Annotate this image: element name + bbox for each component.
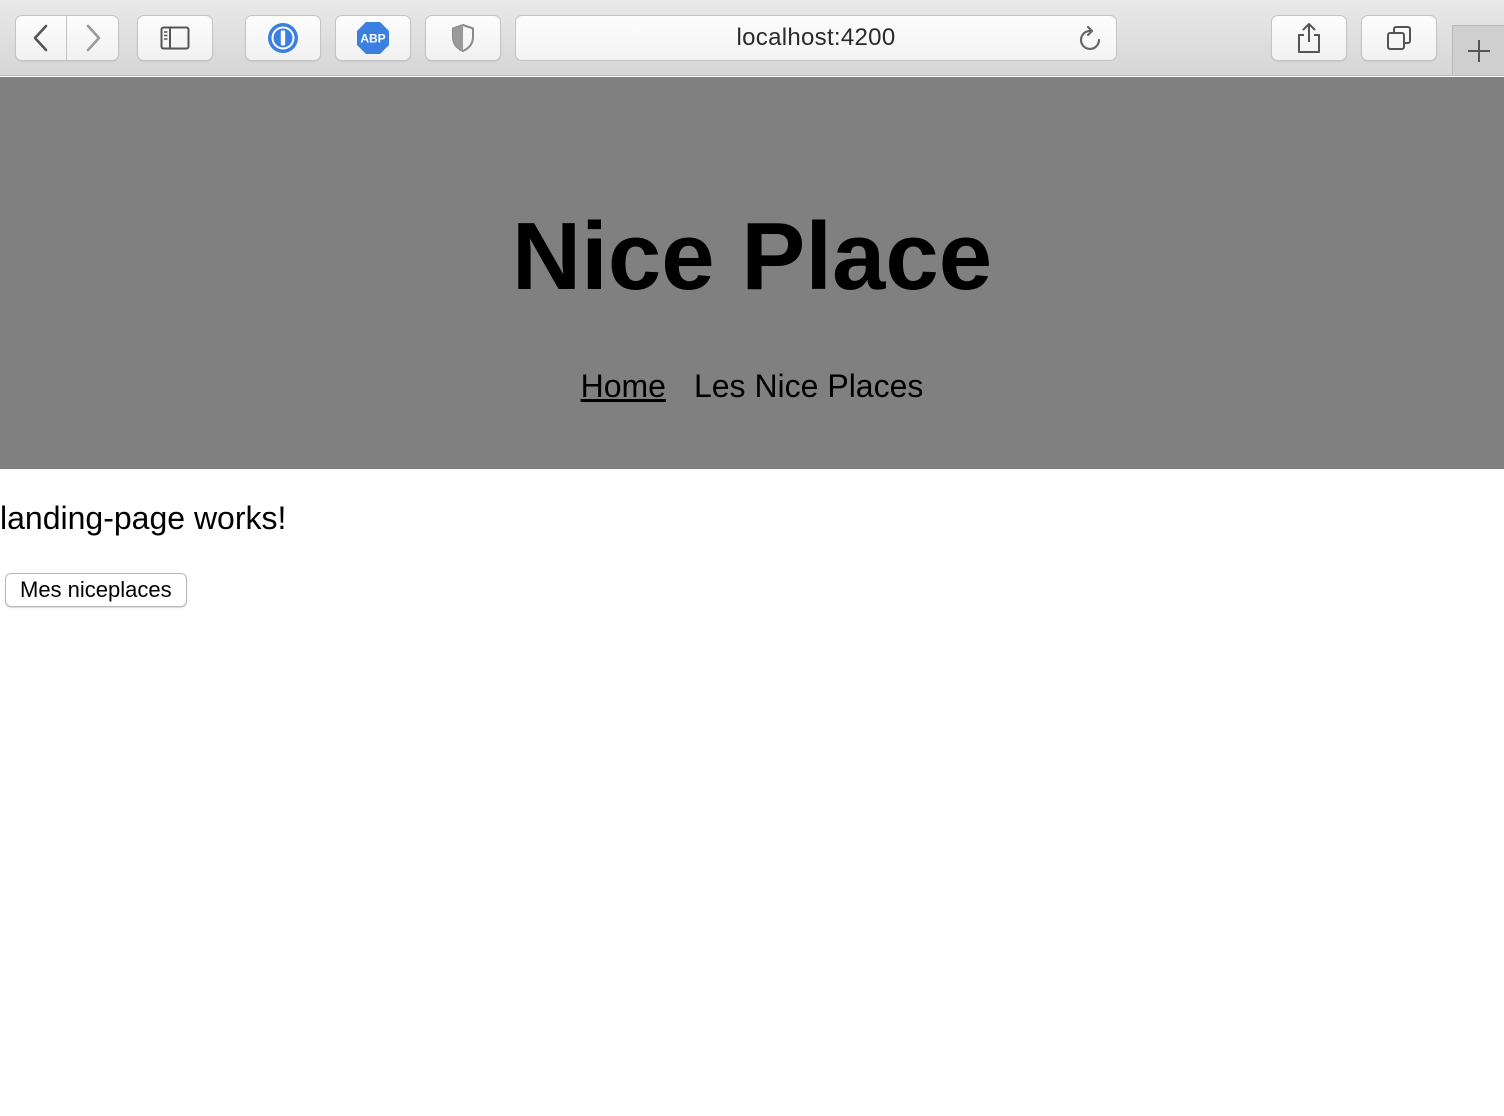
tab-overview-button[interactable] (1361, 15, 1437, 61)
landing-page-text: landing-page works! (0, 500, 287, 536)
main-nav: Home Les Nice Places (0, 366, 1504, 406)
privacy-shield-button[interactable] (425, 15, 501, 61)
new-tab-button[interactable] (1452, 25, 1504, 75)
plus-icon (1467, 39, 1490, 62)
address-bar[interactable]: localhost:4200 (515, 15, 1117, 61)
nav-link-home[interactable]: Home (581, 366, 666, 406)
forward-button[interactable] (67, 15, 119, 61)
sidebar-button[interactable] (137, 15, 213, 61)
chevron-right-icon (86, 24, 100, 52)
share-button[interactable] (1271, 15, 1347, 61)
tabs-overview-icon (1387, 26, 1411, 50)
nav-link-nice-places[interactable]: Les Nice Places (694, 366, 923, 406)
site-title: Nice Place (511, 203, 993, 310)
chevron-left-icon (33, 24, 48, 52)
mes-niceplaces-button[interactable]: Mes niceplaces (5, 573, 187, 607)
abp-label: ABP (360, 32, 385, 46)
password-manager-button[interactable] (245, 15, 321, 61)
sidebar-icon (160, 26, 190, 50)
reload-icon[interactable] (1078, 25, 1104, 53)
browser-toolbar: ABP localhost:4200 (0, 0, 1504, 76)
1password-icon (268, 23, 298, 53)
adblock-button[interactable]: ABP (335, 15, 411, 61)
url-text: localhost:4200 (736, 24, 896, 51)
site-header: Nice Place Home Les Nice Places (0, 77, 1504, 469)
abp-icon: ABP (357, 22, 389, 54)
shield-icon (452, 23, 474, 53)
share-icon (1298, 23, 1320, 53)
back-button[interactable] (15, 15, 67, 61)
